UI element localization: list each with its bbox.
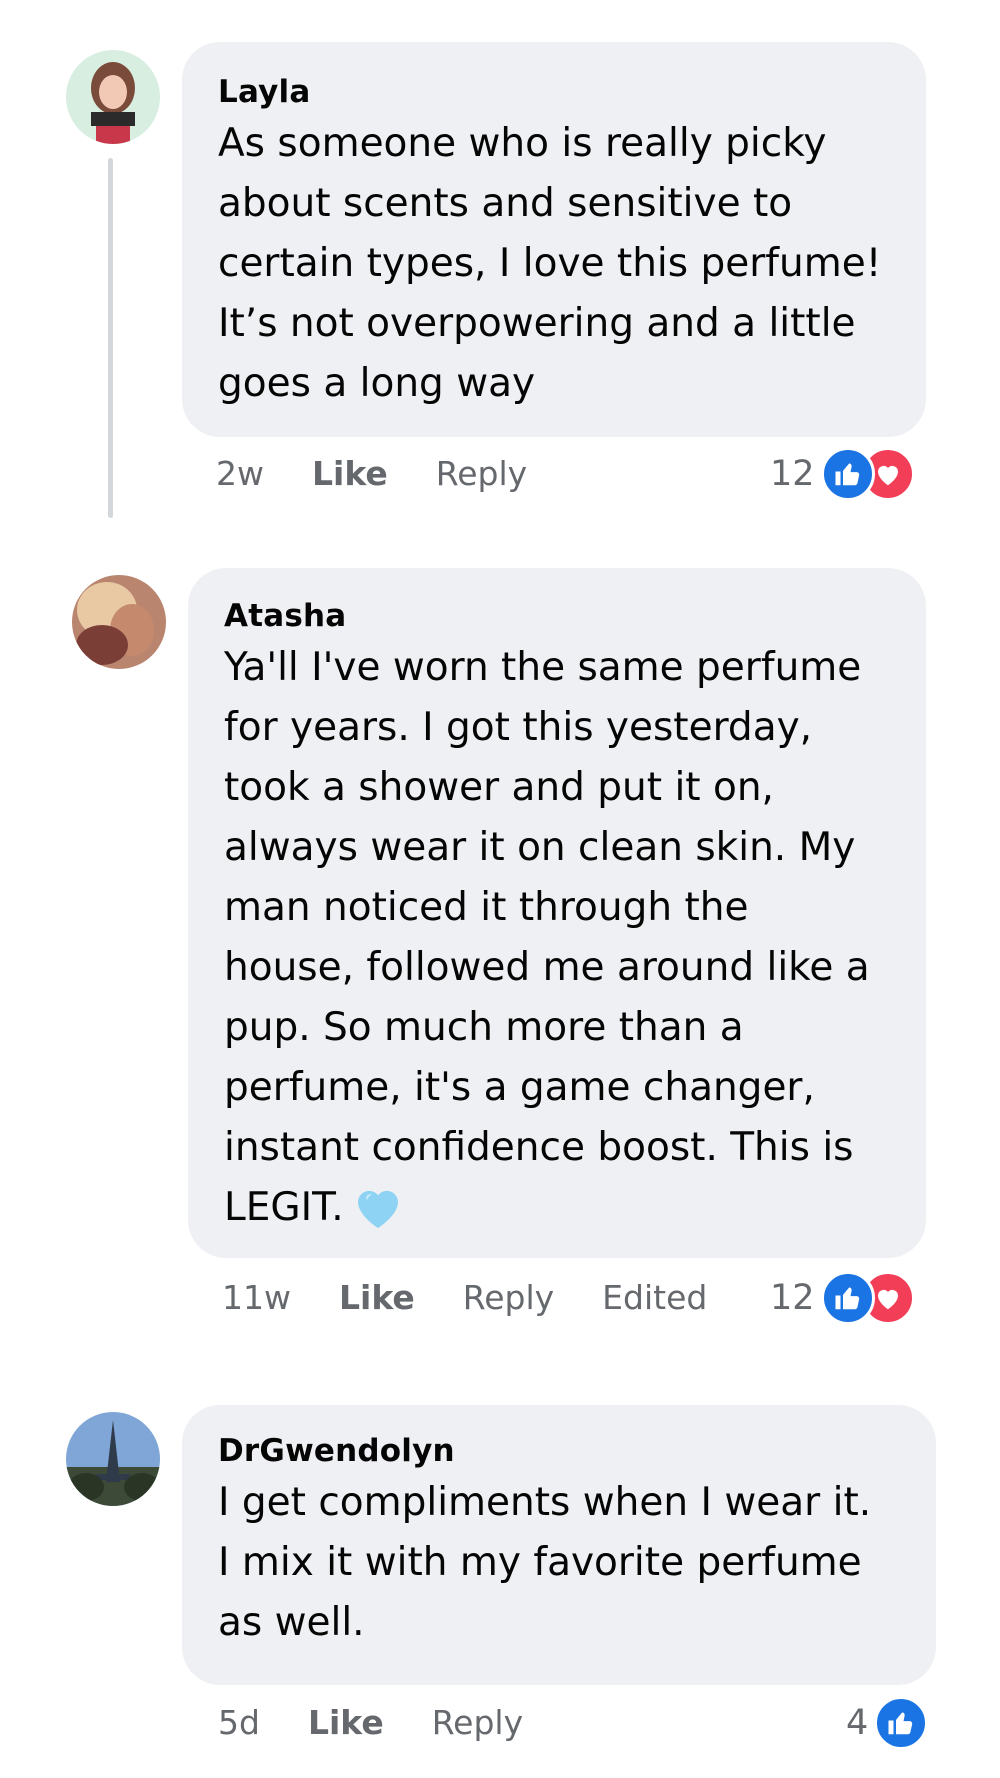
- comment-bubble: Atasha Ya'll I've worn the same perfume …: [188, 568, 926, 1258]
- edited-label[interactable]: Edited: [602, 1278, 707, 1317]
- comment-actions: 2w Like Reply: [216, 448, 575, 498]
- reaction-summary[interactable]: 12: [770, 447, 915, 501]
- avatar[interactable]: [72, 575, 166, 669]
- reaction-count: 12: [770, 454, 815, 494]
- comment-timestamp[interactable]: 2w: [216, 454, 264, 493]
- comment-text: As someone who is really picky about sce…: [218, 121, 882, 406]
- reply-button[interactable]: Reply: [436, 454, 527, 493]
- comment-author[interactable]: DrGwendolyn: [218, 1431, 906, 1471]
- comment-bubble: DrGwendolyn I get compliments when I wea…: [182, 1405, 936, 1685]
- reply-button[interactable]: Reply: [432, 1703, 523, 1742]
- like-button[interactable]: Like: [312, 454, 388, 493]
- like-icon: [874, 1696, 929, 1750]
- comment-author[interactable]: Layla: [218, 72, 896, 112]
- thread-line: [108, 158, 113, 518]
- like-icon: [820, 447, 875, 501]
- comment-text: Ya'll I've worn the same perfume for yea…: [224, 638, 896, 1248]
- reaction-summary[interactable]: 12: [770, 1271, 915, 1325]
- like-button[interactable]: Like: [339, 1278, 415, 1317]
- comment-text: I get compliments when I wear it. I mix …: [218, 1480, 872, 1645]
- reaction-count: 12: [770, 1278, 815, 1318]
- comment-text-body: Ya'll I've worn the same perfume for yea…: [224, 645, 870, 1230]
- light-blue-heart-icon: [354, 1184, 402, 1248]
- comment-bubble: Layla As someone who is really picky abo…: [182, 42, 926, 437]
- avatar[interactable]: [66, 1412, 160, 1506]
- reaction-summary[interactable]: 4: [846, 1696, 929, 1750]
- reaction-count: 4: [846, 1703, 869, 1743]
- reply-button[interactable]: Reply: [463, 1278, 554, 1317]
- like-button[interactable]: Like: [308, 1703, 384, 1742]
- comment-timestamp[interactable]: 11w: [222, 1278, 291, 1317]
- comment-author[interactable]: Atasha: [224, 596, 896, 636]
- comment-timestamp[interactable]: 5d: [218, 1703, 260, 1742]
- like-icon: [820, 1271, 875, 1325]
- comment-actions: 11w Like Reply Edited: [222, 1272, 707, 1322]
- comment-actions: 5d Like Reply: [218, 1697, 571, 1747]
- avatar[interactable]: [66, 50, 160, 144]
